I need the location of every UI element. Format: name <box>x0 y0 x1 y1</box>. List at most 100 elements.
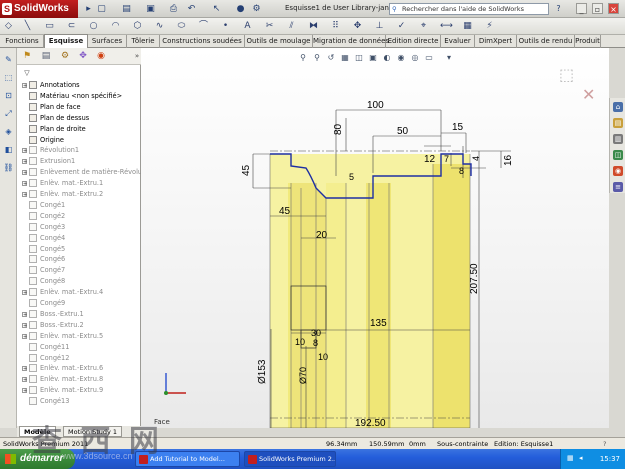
quick-snaps-icon[interactable]: ⌖ <box>418 20 429 32</box>
hide-show-icon[interactable]: ◐ <box>382 53 392 63</box>
display-style-icon[interactable]: ◈ <box>3 126 14 137</box>
dim-12[interactable]: 12 <box>424 154 436 165</box>
tree-expand-icon[interactable]: + <box>22 377 27 383</box>
section-view-icon[interactable]: ▦ <box>340 53 350 63</box>
tree-expand-icon[interactable]: + <box>22 159 27 165</box>
dim-8b[interactable]: 8 <box>313 338 318 348</box>
dim-192[interactable]: 192.50 <box>355 418 386 428</box>
text-icon[interactable]: A <box>242 20 253 32</box>
view-settings-icon[interactable]: ▭ <box>424 53 434 63</box>
volume-icon[interactable]: ◂ <box>579 454 583 462</box>
zoom-to-fit-icon[interactable]: ⚲ <box>298 53 308 63</box>
dim-80[interactable]: 80 <box>333 123 344 135</box>
new-document-icon[interactable]: ▢ <box>96 3 107 15</box>
tab-7[interactable]: Migration de données <box>313 35 389 48</box>
section-view-icon[interactable]: ◧ <box>3 144 14 155</box>
tab-6[interactable]: Outils de moulage <box>245 35 313 48</box>
dim-10a[interactable]: 10 <box>295 337 305 347</box>
confirmation-corner[interactable]: ⬚ ✕ <box>559 65 595 104</box>
tab-3[interactable]: Surfaces <box>88 35 127 48</box>
tree-expand-icon[interactable]: + <box>22 311 27 317</box>
minimize-icon[interactable]: _ <box>576 3 587 14</box>
zoom-fit-icon[interactable]: ⤢ <box>3 108 14 119</box>
link-icon[interactable]: ⛓ <box>3 162 14 173</box>
dim-30[interactable]: 30 <box>311 328 321 338</box>
smart-dimension-icon[interactable]: ◇ <box>3 20 14 32</box>
tree-expand-icon[interactable]: + <box>22 388 27 394</box>
spline-icon[interactable]: ∿ <box>154 20 165 32</box>
tree-expand-icon[interactable]: + <box>22 83 27 89</box>
normal-to-icon[interactable]: ⊡ <box>3 90 14 101</box>
tree-expand-icon[interactable]: + <box>22 181 27 187</box>
custom-properties-icon[interactable]: ≡ <box>613 182 623 192</box>
tree-expand-icon[interactable]: + <box>22 192 27 198</box>
open-folder-icon[interactable]: ▤ <box>121 3 132 15</box>
previous-view-icon[interactable]: ↺ <box>326 53 336 63</box>
dim-207[interactable]: 207.50 <box>469 263 480 294</box>
design-library-icon[interactable]: ▤ <box>613 118 623 128</box>
pattern-icon[interactable]: ⠿ <box>330 20 341 32</box>
tab-11[interactable]: Outils de rendu <box>517 35 575 48</box>
dim-45h[interactable]: 45 <box>279 206 291 217</box>
slot-icon[interactable]: ⊂ <box>66 20 77 32</box>
apply-scene-icon[interactable]: ◎ <box>410 53 420 63</box>
dim-100[interactable]: 100 <box>367 100 384 111</box>
display-manager-tab-icon[interactable]: ◉ <box>94 50 108 63</box>
dim-20[interactable]: 20 <box>316 230 328 241</box>
filter-icon[interactable]: ▽ <box>20 67 34 80</box>
graphics-area[interactable]: 100 80 50 15 4 16 5 12 7 8 45 45 20 207.… <box>141 48 609 428</box>
point-icon[interactable]: • <box>220 20 231 32</box>
repair-icon[interactable]: ✓ <box>396 20 407 32</box>
instant2d-icon[interactable]: ⟷ <box>440 20 453 32</box>
feature-manager-tab-icon[interactable]: ⚑ <box>20 50 34 63</box>
ellipse-icon[interactable]: ⬭ <box>176 20 187 32</box>
dim-16[interactable]: 16 <box>503 154 514 166</box>
cancel-sketch-corner-icon[interactable]: ✕ <box>582 85 595 104</box>
arc-icon[interactable]: ◠ <box>110 20 121 32</box>
view-orientation-icon[interactable]: ◫ <box>354 53 364 63</box>
taskbar-task[interactable]: SolidWorks Premium 2... <box>244 451 336 467</box>
relations-icon[interactable]: ⊥ <box>374 20 385 32</box>
dim-7[interactable]: 7 <box>444 154 449 164</box>
view-palette-icon[interactable]: ◫ <box>613 150 623 160</box>
configuration-manager-tab-icon[interactable]: ⚙ <box>58 50 72 63</box>
tree-expand-icon[interactable]: + <box>22 366 27 372</box>
options-icon[interactable]: ⚙ <box>251 3 262 15</box>
rebuild-icon[interactable]: ● <box>235 3 246 15</box>
dim-5[interactable]: 5 <box>349 172 354 182</box>
dim-45v[interactable]: 45 <box>241 164 252 176</box>
tab-4[interactable]: Tôlerie <box>127 35 160 48</box>
tree-expand-icon[interactable]: + <box>22 333 27 339</box>
mirror-icon[interactable]: ⧓ <box>308 20 319 32</box>
property-manager-tab-icon[interactable]: ▤ <box>39 50 53 63</box>
exit-sketch-corner-icon[interactable]: ⬚ <box>559 65 574 84</box>
save-icon[interactable]: ▣ <box>145 3 156 15</box>
undo-icon[interactable]: ↶ <box>186 3 197 15</box>
dropdown-icon[interactable]: ▾ <box>444 53 454 63</box>
tree-expand-icon[interactable]: + <box>22 148 27 154</box>
close-icon[interactable]: × <box>608 3 619 14</box>
solidworks-logo[interactable]: S SolidWorks <box>0 0 78 18</box>
tab-12[interactable]: Produit <box>575 35 601 48</box>
tab-9[interactable]: Evaluer <box>441 35 475 48</box>
help-search-box[interactable]: ⚲ Rechercher dans l'aide de SolidWorks <box>389 3 549 15</box>
dim-70[interactable]: Ø70 <box>298 367 308 384</box>
print-icon[interactable]: ⎙ <box>168 3 179 15</box>
expand-arrow-icon[interactable]: ▸ <box>83 3 94 15</box>
line-icon[interactable]: ╲ <box>22 20 33 32</box>
resources-icon[interactable]: ⌂ <box>613 102 623 112</box>
rectangle-icon[interactable]: ▭ <box>44 20 55 32</box>
tab-5[interactable]: Constructions soudées <box>160 35 245 48</box>
display-style-icon[interactable]: ▣ <box>368 53 378 63</box>
tree-expand-icon[interactable]: + <box>22 290 27 296</box>
tab-2[interactable]: Esquisse <box>44 34 88 48</box>
dimxpert-tab-icon[interactable]: ✥ <box>76 50 90 63</box>
help-icon[interactable]: ? <box>553 3 564 15</box>
trim-icon[interactable]: ✂ <box>264 20 275 32</box>
dim-153[interactable]: Ø153 <box>257 359 268 384</box>
dim-10b[interactable]: 10 <box>318 352 328 362</box>
tab-1[interactable]: Fonctions <box>1 35 44 48</box>
exit-sketch-icon[interactable]: ✎ <box>3 54 14 65</box>
tab-8[interactable]: Edition directe <box>386 35 441 48</box>
select-icon[interactable]: ↖ <box>211 3 222 15</box>
